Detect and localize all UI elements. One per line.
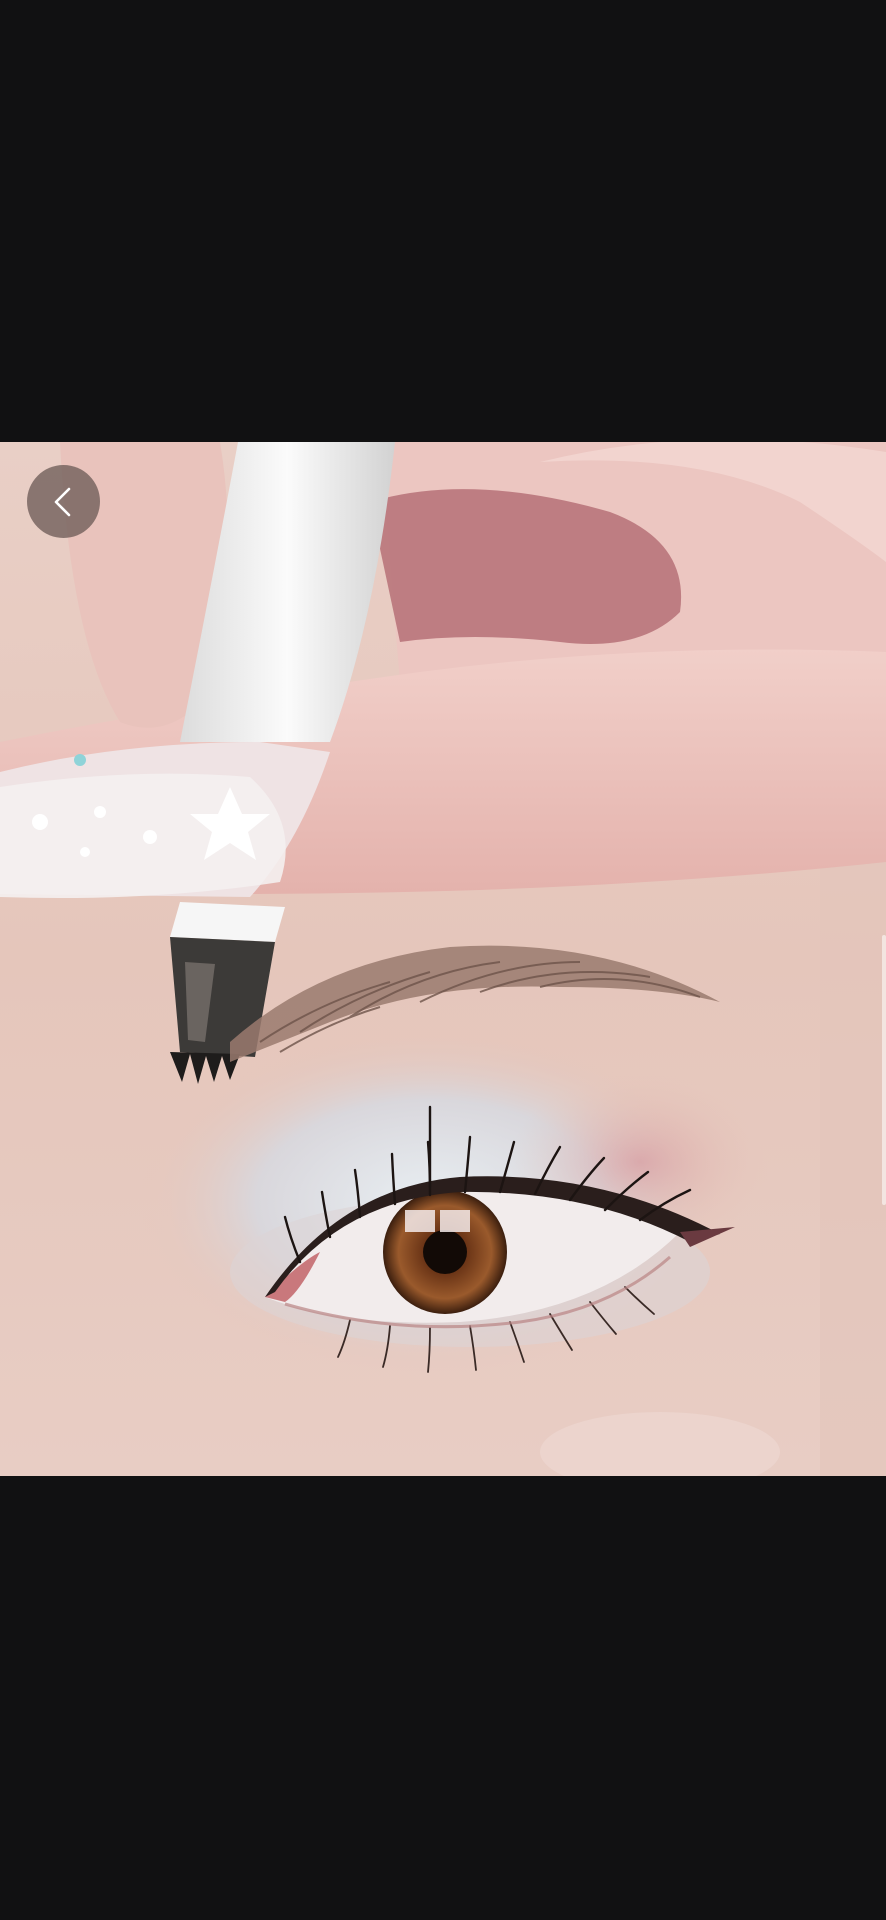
scroll-indicator: [882, 935, 886, 1205]
back-button[interactable]: [27, 465, 100, 538]
video-player-screen: [0, 0, 886, 1920]
video-frame[interactable]: [0, 442, 886, 1476]
video-frame-image: [0, 442, 886, 1476]
chevron-left-icon: [54, 487, 70, 516]
